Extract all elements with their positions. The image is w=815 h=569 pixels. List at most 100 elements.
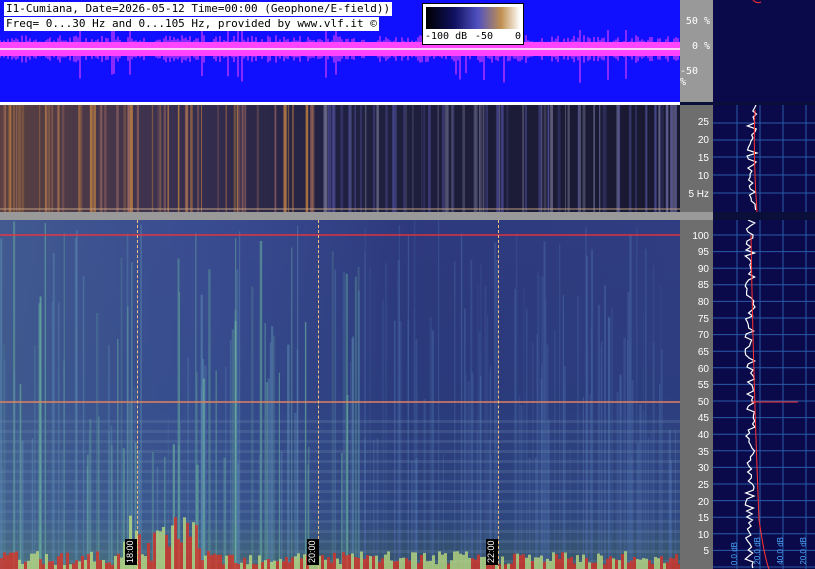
noise-bar xyxy=(6,555,9,569)
noise-bar xyxy=(564,552,567,569)
noise-bar xyxy=(648,560,651,569)
noise-bar xyxy=(405,558,408,569)
noise-bar xyxy=(516,553,519,569)
y-tick-label: 45 xyxy=(697,413,709,425)
spectro-streak xyxy=(251,286,254,569)
noise-bar xyxy=(462,554,465,569)
spectro-streak xyxy=(495,105,498,212)
right-top-panel xyxy=(713,0,815,102)
spectro-streak xyxy=(582,105,586,212)
noise-bar xyxy=(81,556,84,569)
spectro-streak xyxy=(329,105,332,212)
noise-bar xyxy=(201,560,204,569)
spectro-streak xyxy=(600,345,602,569)
spectro-streak xyxy=(287,344,290,569)
spectro-streak xyxy=(104,105,107,212)
noise-bar xyxy=(261,562,264,569)
spectro-streak xyxy=(34,345,36,569)
noise-bar xyxy=(588,562,591,569)
noise-bar xyxy=(438,551,441,569)
noise-bar xyxy=(150,560,153,569)
spectro-streak xyxy=(157,105,161,212)
right-top-graphic xyxy=(752,0,762,4)
spectro-streak xyxy=(567,105,570,212)
noise-bar xyxy=(426,561,429,569)
spectro-streak xyxy=(372,105,376,212)
harmonic-band xyxy=(0,520,680,523)
noise-bar xyxy=(615,559,618,569)
noise-bar xyxy=(27,560,30,569)
noise-bar xyxy=(435,564,438,569)
noise-bar xyxy=(354,557,357,569)
noise-bar xyxy=(33,553,36,569)
spectro-streak xyxy=(523,287,525,569)
bp-label: 0.0 dB xyxy=(730,541,739,565)
noise-bar xyxy=(663,563,666,569)
noise-bar xyxy=(114,555,117,569)
colorbar-tick-min: -100 dB xyxy=(425,31,468,42)
vlf-viewer: I1-Cumiana, Date=2026-05-12 Time=00:00 (… xyxy=(0,0,815,569)
noise-bar xyxy=(561,552,564,569)
spectro-streak xyxy=(404,105,408,212)
spectro-streak xyxy=(585,227,587,569)
spectro-streak xyxy=(129,105,133,212)
noise-bar xyxy=(423,553,426,569)
colorbar-tick-max: 0 xyxy=(515,31,522,42)
noise-bar xyxy=(249,555,252,569)
spectro-streak xyxy=(229,339,232,569)
y-tick-label: 55 xyxy=(697,380,709,392)
spectro-streak xyxy=(269,342,272,569)
spectro-streak xyxy=(334,269,337,569)
noise-bar xyxy=(141,554,144,569)
noise-bar xyxy=(375,555,378,569)
noise-bar xyxy=(585,558,588,569)
noise-bar xyxy=(357,557,360,569)
spectro-streak xyxy=(208,269,211,569)
noise-bar xyxy=(549,561,552,569)
noise-bar xyxy=(456,551,459,569)
noise-bar xyxy=(384,554,387,569)
spectro-streak xyxy=(647,437,649,569)
noise-bar xyxy=(327,557,330,569)
main-profile xyxy=(713,219,815,569)
spectro-streak xyxy=(564,105,567,212)
spectro-streak xyxy=(557,105,561,212)
spectro-streak xyxy=(506,105,509,212)
noise-bar xyxy=(414,552,417,569)
noise-bar xyxy=(195,524,198,569)
noise-bar xyxy=(303,554,306,569)
spectro-streak xyxy=(437,220,440,569)
noise-bar xyxy=(525,557,528,569)
spectro-streak xyxy=(385,105,388,212)
harmonic-band xyxy=(0,550,680,553)
noise-bar xyxy=(459,553,462,569)
spectro-streak xyxy=(462,105,466,212)
time-gridline xyxy=(498,220,499,569)
harmonic-band xyxy=(0,440,680,443)
noise-bar xyxy=(210,555,213,569)
noise-bar xyxy=(594,562,597,569)
noise-bar xyxy=(420,554,423,569)
noise-bar xyxy=(69,564,72,569)
spectro-streak xyxy=(604,285,606,569)
noise-bar xyxy=(216,554,219,569)
spectro-streak xyxy=(587,346,589,569)
noise-bar xyxy=(642,558,645,569)
noise-bar xyxy=(675,554,678,569)
noise-bar xyxy=(444,553,447,569)
noise-bar xyxy=(96,551,99,569)
spectro-streak xyxy=(653,105,657,212)
noise-bar xyxy=(429,560,432,569)
noise-bar xyxy=(60,553,63,569)
noise-bar xyxy=(204,555,207,569)
spectro-streak xyxy=(659,105,661,212)
colorbar-legend: -100 dB -50 0 xyxy=(422,3,524,45)
spectro-streak xyxy=(376,438,379,569)
spectro-streak xyxy=(382,300,385,569)
spectro-streak xyxy=(107,345,110,569)
noise-bar xyxy=(390,560,393,569)
spectro-streak xyxy=(327,105,330,212)
noise-bar xyxy=(183,517,186,569)
harmonic-band xyxy=(0,500,680,503)
amplitude-label: 0 % xyxy=(691,41,710,52)
